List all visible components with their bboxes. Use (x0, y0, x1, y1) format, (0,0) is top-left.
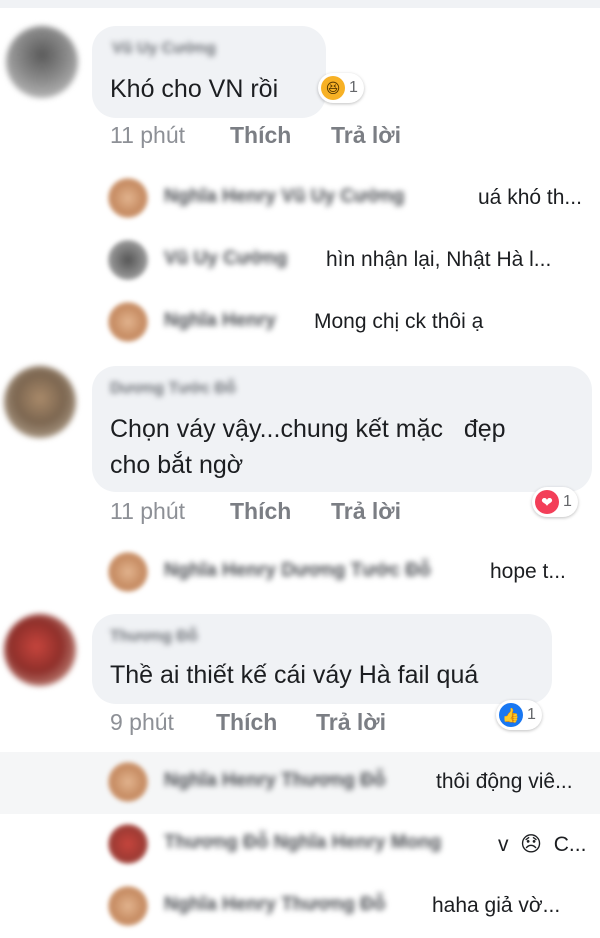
reply-avatar (108, 552, 148, 592)
comment-text-line-2: cho bắt ngờ (110, 451, 244, 479)
reply-text: uá khó th... (478, 186, 582, 209)
comment-text-line-1: Chọn váy vậy...chung kết mặc đẹp (110, 415, 506, 443)
reply-row[interactable]: Nghĩa Henry Mong chị ck thôi ạ (0, 292, 600, 354)
reaction-count: 1 (527, 706, 536, 723)
comment-author[interactable]: Vũ Uy Cường (112, 40, 216, 58)
avatar[interactable] (4, 614, 76, 686)
reply-avatar (108, 302, 148, 342)
comment-author[interactable]: Dương Tước Đỗ (110, 380, 236, 398)
reaction-badge[interactable]: 👍 1 (496, 700, 542, 730)
comment-time[interactable]: 11 phút (110, 498, 185, 525)
avatar[interactable] (6, 26, 78, 98)
reply-row[interactable]: Nghĩa Henry Thương Đỗ haha giả vờ... (0, 876, 600, 938)
reaction-count: 1 (563, 493, 572, 510)
avatar[interactable] (4, 366, 76, 438)
comment-time[interactable]: 11 phút (110, 122, 185, 149)
thumbs-up-reaction-icon: 👍 (499, 703, 523, 727)
reply-button[interactable]: Trả lời (331, 122, 401, 149)
like-button[interactable]: Thích (216, 709, 277, 736)
like-button[interactable]: Thích (230, 122, 291, 149)
reply-author[interactable]: Nghĩa Henry Thương Đỗ (164, 894, 386, 916)
reaction-badge[interactable]: ❤ 1 (532, 487, 578, 517)
reply-text: hìn nhận lại, Nhật Hà l... (326, 248, 552, 271)
reply-author[interactable]: Nghĩa Henry Vũ Uy Cường (164, 186, 405, 208)
reaction-count: 1 (349, 79, 358, 96)
reply-button[interactable]: Trả lời (316, 709, 386, 736)
comment-text: Khó cho VN rồi (110, 75, 279, 103)
top-divider (0, 0, 600, 8)
reply-author[interactable]: Vũ Uy Cường (164, 248, 287, 270)
reply-author[interactable]: Thương Đỗ Nghĩa Henry Mong (164, 832, 441, 854)
reply-author[interactable]: Nghĩa Henry Dương Tước Đỗ (164, 560, 431, 582)
reply-avatar (108, 824, 148, 864)
reply-row[interactable]: Nghĩa Henry Thương Đỗ thôi động viê... (0, 752, 600, 814)
reaction-badge[interactable]: 😆 1 (318, 73, 364, 103)
heart-reaction-icon: ❤ (535, 490, 559, 514)
reply-avatar (108, 886, 148, 926)
haha-reaction-icon: 😆 (321, 76, 345, 100)
reply-avatar (108, 178, 148, 218)
reply-row[interactable]: Nghĩa Henry Vũ Uy Cường uá khó th... (0, 168, 600, 230)
reply-author[interactable]: Nghĩa Henry (164, 310, 276, 332)
reply-author[interactable]: Nghĩa Henry Thương Đỗ (164, 770, 386, 792)
comment-text: Thề ai thiết kế cái váy Hà fail quá (110, 661, 479, 689)
reply-avatar (108, 762, 148, 802)
reply-text: hope t... (490, 560, 566, 583)
reply-row[interactable]: Nghĩa Henry Dương Tước Đỗ hope t... (0, 542, 600, 604)
reply-text: v 😞 C... (498, 833, 587, 856)
reply-row[interactable]: Thương Đỗ Nghĩa Henry Mong v 😞 C... (0, 814, 600, 876)
reply-text: haha giả vờ... (432, 894, 561, 917)
comment-time[interactable]: 9 phút (110, 709, 174, 736)
comment-author[interactable]: Thương Đỗ (110, 628, 198, 646)
like-button[interactable]: Thích (230, 498, 291, 525)
reply-row[interactable]: Vũ Uy Cường hìn nhận lại, Nhật Hà l... (0, 230, 600, 292)
reply-text: Mong chị ck thôi ạ (314, 310, 484, 333)
reply-text: thôi động viê... (436, 770, 573, 793)
reply-avatar (108, 240, 148, 280)
reply-button[interactable]: Trả lời (331, 498, 401, 525)
